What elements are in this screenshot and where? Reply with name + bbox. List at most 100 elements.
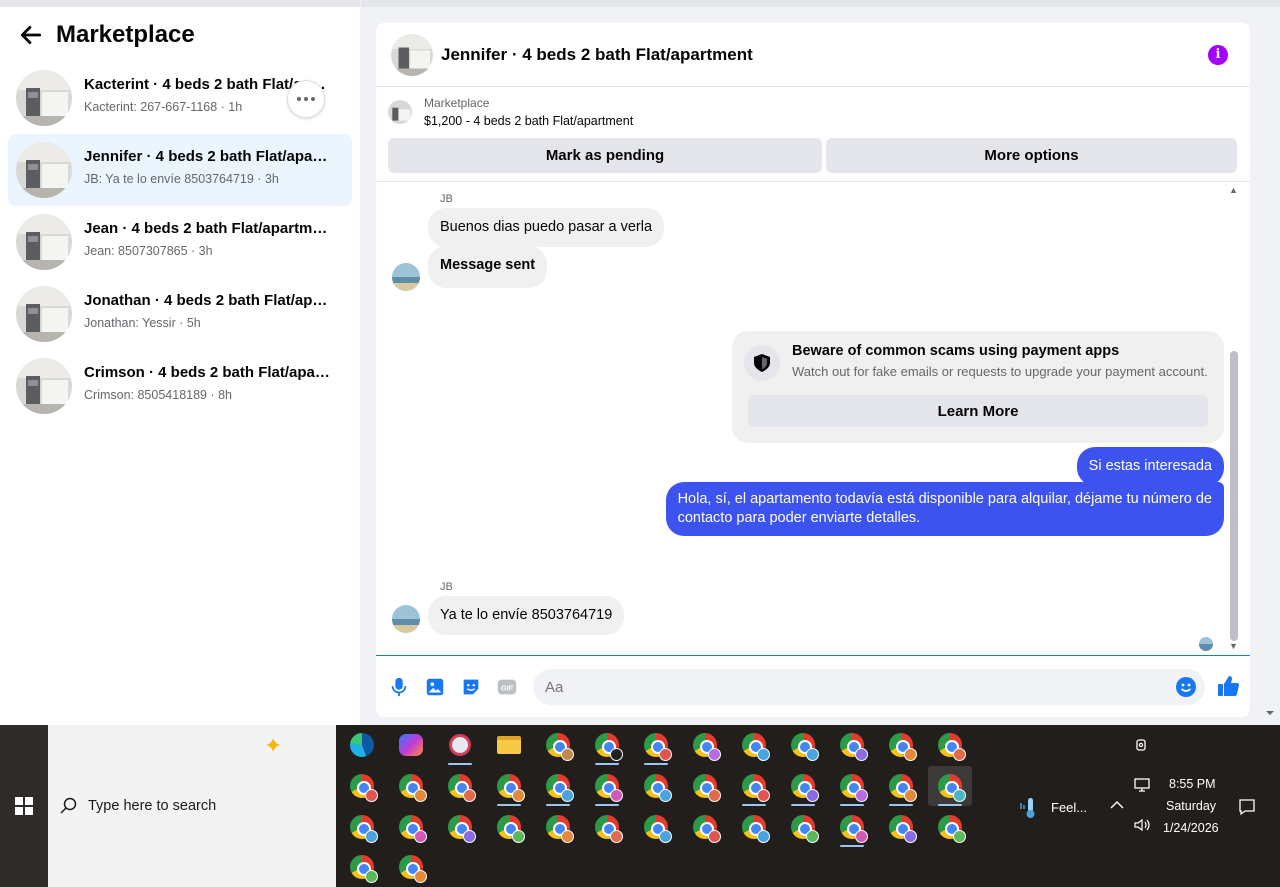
chrome-icon[interactable]	[683, 766, 727, 806]
more-options-icon[interactable]	[287, 80, 325, 118]
message-scrollbar[interactable]: ▲ ▼	[1229, 185, 1238, 651]
conversation-preview: Kacterint: 267-667-1168 · 1h	[84, 100, 243, 114]
taskbar-search[interactable]: Type here to search ✦	[48, 725, 336, 887]
conversation-preview: Jean: 8507307865 · 3h	[84, 244, 213, 258]
volume-icon[interactable]	[1133, 817, 1151, 833]
message-thread: JB Buenos dias puedo pasar a verla Messa…	[376, 183, 1250, 655]
weather-icon[interactable]	[1018, 797, 1042, 819]
network-icon[interactable]	[1133, 777, 1151, 793]
chat-title[interactable]: Jennifer · 4 beds 2 bath Flat/apartment	[441, 45, 753, 65]
chrome-icon[interactable]	[683, 807, 727, 847]
scroll-up-icon[interactable]: ▲	[1229, 185, 1238, 195]
gif-icon[interactable]: GIF	[496, 676, 518, 698]
chrome-icon[interactable]	[340, 807, 384, 847]
learn-more-button[interactable]: Learn More	[748, 395, 1208, 427]
listing-title[interactable]: $1,200 - 4 beds 2 bath Flat/apartment	[424, 114, 633, 128]
chrome-icon[interactable]	[781, 725, 825, 765]
seen-avatar	[1199, 637, 1213, 651]
scam-warning-text: Watch out for fake emails or requests to…	[792, 364, 1208, 379]
clock-date[interactable]: 1/24/2026	[1163, 821, 1219, 835]
chrome-icon[interactable]	[585, 766, 629, 806]
chrome-icon[interactable]	[438, 766, 482, 806]
chrome-icon[interactable]	[487, 807, 531, 847]
chrome-icon[interactable]	[781, 766, 825, 806]
chrome-icon[interactable]	[389, 847, 433, 887]
snipping-tool-icon[interactable]	[438, 725, 482, 765]
thumbs-up-icon[interactable]	[1216, 674, 1240, 698]
start-button[interactable]	[0, 725, 48, 887]
chrome-icon[interactable]	[634, 807, 678, 847]
emoji-icon[interactable]	[1176, 677, 1196, 697]
chrome-icon[interactable]	[928, 807, 972, 847]
message-input[interactable]	[533, 669, 1205, 705]
scroll-thumb[interactable]	[1230, 351, 1238, 641]
sticker-icon[interactable]	[460, 676, 482, 698]
conversation-item[interactable]: Jean · 4 beds 2 bath Flat/apartment Jean…	[8, 206, 352, 278]
back-arrow-icon[interactable]	[18, 22, 44, 48]
chrome-icon[interactable]	[634, 725, 678, 765]
conversation-item-selected[interactable]: Jennifer · 4 beds 2 bath Flat/apartment …	[8, 134, 352, 206]
chrome-icon[interactable]	[732, 807, 776, 847]
chrome-icon[interactable]	[732, 725, 776, 765]
chrome-icon[interactable]	[340, 766, 384, 806]
search-icon	[60, 797, 77, 814]
chrome-icon[interactable]	[830, 807, 874, 847]
chrome-icon[interactable]	[487, 766, 531, 806]
edge-icon[interactable]	[340, 725, 384, 765]
chrome-icon[interactable]	[634, 766, 678, 806]
message-line: contacto para poder enviarte detalles.	[677, 510, 921, 526]
listing-thumbnail	[16, 214, 72, 270]
chrome-icon[interactable]	[830, 766, 874, 806]
conversation-preview: Crimson: 8505418189 · 8h	[84, 388, 233, 402]
message-composer: GIF	[376, 655, 1250, 717]
chrome-icon[interactable]	[732, 766, 776, 806]
notification-icon[interactable]	[1238, 798, 1256, 816]
file-explorer-icon[interactable]	[487, 725, 531, 765]
chat-card: Jennifer · 4 beds 2 bath Flat/apartment …	[376, 23, 1250, 717]
chrome-icon[interactable]	[585, 725, 629, 765]
chrome-icon[interactable]	[683, 725, 727, 765]
chrome-icon[interactable]	[830, 725, 874, 765]
chrome-icon[interactable]	[389, 766, 433, 806]
conversation-item[interactable]: Crimson · 4 beds 2 bath Flat/apartment C…	[8, 350, 352, 422]
outgoing-message: Si estas interesada	[1076, 447, 1224, 486]
listing-thumbnail[interactable]	[388, 100, 412, 124]
info-icon[interactable]: i	[1208, 45, 1228, 65]
page-scroll-down-icon[interactable]	[1264, 706, 1276, 720]
chrome-icon[interactable]	[536, 766, 580, 806]
weather-text[interactable]: Feel...	[1051, 800, 1087, 815]
chrome-icon[interactable]	[438, 807, 482, 847]
mark-as-pending-button[interactable]: Mark as pending	[388, 138, 822, 173]
photo-icon[interactable]	[424, 676, 446, 698]
clock-time[interactable]: 8:55 PM	[1169, 777, 1216, 791]
message-line: Hola, sí, el apartamento todavía está di…	[677, 491, 1212, 507]
conversation-item[interactable]: Jonathan · 4 beds 2 bath Flat/apartment …	[8, 278, 352, 350]
chrome-icon[interactable]	[879, 807, 923, 847]
scroll-down-icon[interactable]: ▼	[1229, 641, 1238, 651]
copilot-icon[interactable]	[389, 725, 433, 765]
microphone-icon[interactable]	[388, 676, 410, 698]
outgoing-message: Hola, sí, el apartamento todavía está di…	[665, 482, 1224, 536]
chrome-icon[interactable]	[781, 807, 825, 847]
chrome-icon[interactable]	[879, 725, 923, 765]
listing-thumbnail	[16, 358, 72, 414]
conversation-name: Jonathan · 4 beds 2 bath Flat/apartment	[84, 292, 330, 309]
chrome-icon[interactable]	[928, 725, 972, 765]
chrome-icon[interactable]	[536, 807, 580, 847]
chrome-icon[interactable]	[340, 847, 384, 887]
chrome-icon[interactable]	[389, 807, 433, 847]
chrome-icon[interactable]	[536, 725, 580, 765]
copilot-sparkle-icon[interactable]: ✦	[264, 733, 282, 759]
clock-day[interactable]: Saturday	[1166, 799, 1216, 813]
more-options-button[interactable]: More options	[826, 138, 1237, 173]
chevron-up-icon[interactable]	[1110, 800, 1124, 810]
chrome-icon[interactable]	[585, 807, 629, 847]
chat-header: Jennifer · 4 beds 2 bath Flat/apartment …	[376, 23, 1250, 87]
panel-header: Marketplace	[0, 7, 360, 62]
chrome-icon[interactable]	[879, 766, 923, 806]
conversation-name: Crimson · 4 beds 2 bath Flat/apartment	[84, 364, 330, 381]
chrome-icon-active[interactable]	[928, 766, 972, 806]
meet-now-icon[interactable]	[1134, 737, 1150, 753]
listing-avatar[interactable]	[391, 33, 433, 76]
conversation-name: Jean · 4 beds 2 bath Flat/apartment	[84, 220, 330, 237]
